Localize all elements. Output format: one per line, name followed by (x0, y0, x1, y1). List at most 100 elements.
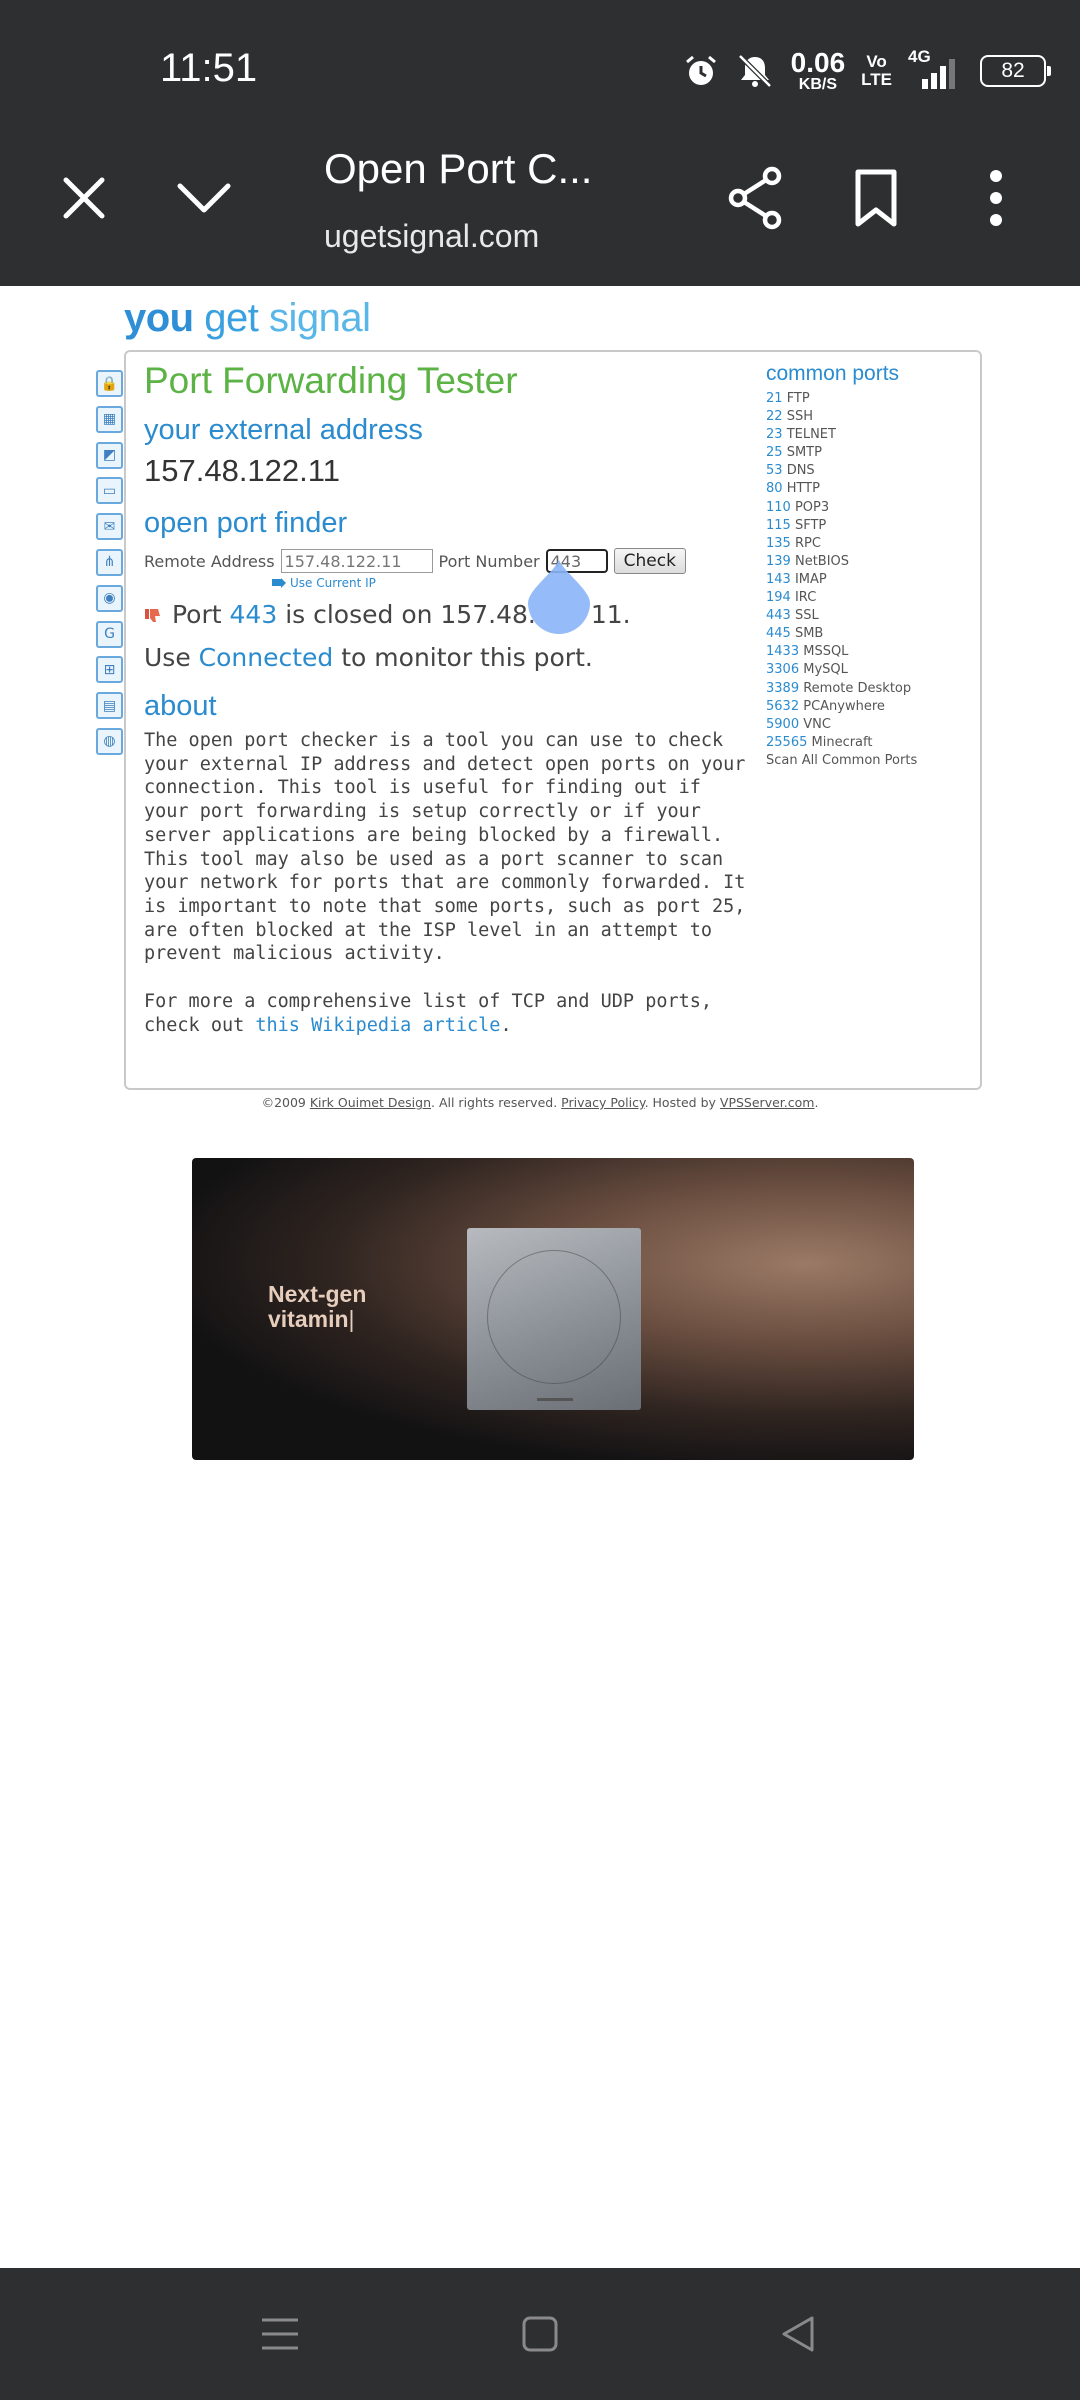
thumbs-down-icon (145, 608, 160, 622)
port-number: 110 (766, 499, 791, 515)
common-port-item[interactable]: 25 SMTP (766, 444, 978, 462)
common-port-item[interactable]: 135 RPC (766, 535, 978, 553)
earth-tool-icon[interactable]: ◍ (96, 727, 123, 755)
port-number: 5632 (766, 698, 800, 714)
external-ip: 157.48.122.11 (144, 453, 340, 488)
common-port-item[interactable]: 3306 MySQL (766, 661, 978, 679)
document-tool-icon[interactable]: ▤ (96, 692, 123, 720)
site-logo[interactable]: you get signal (124, 296, 371, 341)
main-panel: Port Forwarding Tester your external add… (124, 350, 982, 1090)
common-port-item[interactable]: 143 IMAP (766, 571, 978, 589)
ad-product-image (467, 1228, 641, 1410)
advertisement-banner[interactable]: Next-gen vitamin| (192, 1158, 914, 1460)
minimize-button[interactable] (156, 150, 252, 246)
port-rows: 21 FTP 22 SSH 23 TELNET 25 SMTP 53 DNS 80 HTT… (766, 390, 978, 752)
lock-tool-icon[interactable]: 🔒 (96, 370, 123, 397)
remote-address-input[interactable] (280, 549, 433, 573)
common-port-item[interactable]: 80 HTTP (766, 480, 978, 498)
page-title: Open Port C... (324, 145, 593, 192)
port-number: 443 (766, 608, 791, 624)
common-port-item[interactable]: 5632 PCAnywhere (766, 698, 978, 716)
scan-all-ports-link[interactable]: Scan All Common Ports (766, 752, 978, 770)
common-port-item[interactable]: 110 POP3 (766, 499, 978, 517)
common-port-item[interactable]: 139 NetBIOS (766, 553, 978, 571)
port-service-name: MySQL (803, 662, 848, 678)
port-number: 1433 (766, 644, 800, 660)
signal-strength-icon: 4G (908, 47, 964, 91)
common-ports-title: common ports (766, 362, 900, 385)
port-number: 139 (766, 553, 791, 569)
port-service-name: MSSQL (803, 644, 849, 660)
back-button[interactable] (758, 2298, 838, 2370)
port-service-name: POP3 (794, 499, 830, 515)
common-port-item[interactable]: 5900 VNC (766, 716, 978, 734)
page-url[interactable]: ugetsignal.com (324, 218, 539, 255)
common-port-item[interactable]: 443 SSL (766, 607, 978, 625)
common-port-item[interactable]: 3389 Remote Desktop (766, 680, 978, 698)
monitor-line: Use Connected to monitor this port. (144, 643, 593, 672)
wikipedia-paragraph: For more a comprehensive list of TCP and… (144, 991, 713, 1036)
port-number: 21 (766, 391, 783, 406)
image-tool-icon[interactable]: ▦ (96, 405, 123, 433)
use-current-ip-link[interactable]: Use Current IP (272, 576, 754, 590)
common-port-item[interactable]: 445 SMB (766, 625, 978, 643)
map-tool-icon[interactable]: ◩ (96, 441, 123, 469)
globe-tool-icon[interactable]: ◉ (96, 584, 123, 612)
port-service-name: Remote Desktop (803, 680, 912, 696)
wikipedia-link[interactable]: this Wikipedia article (255, 1015, 500, 1036)
alarm-icon (685, 55, 716, 85)
port-service-name: PCAnywhere (803, 698, 885, 714)
windows-tool-icon[interactable]: ⊞ (96, 656, 123, 684)
page-footer: ©2009 Kirk Ouimet Design. All rights res… (261, 1095, 819, 1110)
privacy-policy-link[interactable]: Privacy Policy (561, 1095, 644, 1110)
port-service-name: SMTP (786, 445, 822, 461)
port-service-name: FTP (786, 391, 810, 406)
port-service-name: TELNET (786, 427, 836, 443)
port-service-name: DNS (786, 463, 815, 479)
recent-apps-button[interactable] (240, 2298, 320, 2370)
port-number: 5900 (766, 716, 800, 732)
port-number: 135 (766, 535, 791, 551)
bookmark-button[interactable] (828, 150, 924, 246)
author-link[interactable]: Kirk Ouimet Design (310, 1095, 431, 1110)
common-port-item[interactable]: 25565 Minecraft (766, 734, 978, 752)
common-port-item[interactable]: 21 FTP (766, 390, 978, 408)
common-ports-list: common ports 21 FTP 22 SSH 23 TELNET 25 SMT… (766, 362, 978, 770)
check-button[interactable]: Check (613, 548, 686, 574)
port-service-name: HTTP (786, 481, 820, 497)
common-port-item[interactable]: 53 DNS (766, 462, 978, 480)
network-tool-icon[interactable]: ⋔ (96, 548, 123, 576)
share-button[interactable] (708, 150, 804, 246)
mail-tool-icon[interactable]: ✉ (96, 513, 123, 541)
common-port-item[interactable]: 23 TELNET (766, 426, 978, 444)
common-port-item[interactable]: 115 SFTP (766, 517, 978, 535)
port-service-name: IMAP (794, 571, 827, 587)
touch-indicator (528, 560, 590, 634)
google-tool-icon[interactable]: G (96, 620, 123, 648)
port-number: 3389 (766, 680, 800, 696)
host-link[interactable]: VPSServer.com (720, 1095, 815, 1110)
external-address-heading: your external address (144, 414, 423, 446)
port-number: 194 (766, 590, 791, 606)
port-service-name: SSH (786, 409, 813, 425)
network-speed: 0.06 KB/S (790, 47, 846, 93)
back-triangle-icon (782, 2316, 814, 2352)
window-tool-icon[interactable]: ▭ (96, 477, 123, 505)
common-port-item[interactable]: 1433 MSSQL (766, 643, 978, 661)
port-number: 143 (766, 571, 791, 587)
more-options-button[interactable] (948, 150, 1044, 246)
close-icon (63, 177, 105, 219)
status-icons: 0.06 KB/S Vo LTE 4G 82 (683, 46, 1051, 96)
tool-title: Port Forwarding Tester (144, 360, 518, 401)
port-service-name: SSL (794, 608, 819, 624)
port-finder-heading: open port finder (144, 507, 348, 539)
common-port-item[interactable]: 22 SSH (766, 408, 978, 426)
tool-sidebar: 🔒 ▦ ◩ ▭ ✉ ⋔ ◉ G ⊞ ▤ ◍ (96, 370, 126, 764)
remote-address-label: Remote Address (144, 551, 275, 571)
port-service-name: NetBIOS (794, 553, 850, 569)
connected-link[interactable]: Connected (199, 643, 334, 672)
close-tab-button[interactable] (36, 150, 132, 246)
home-button[interactable] (500, 2298, 580, 2370)
common-port-item[interactable]: 194 IRC (766, 589, 978, 607)
result-port-link[interactable]: 443 (230, 600, 278, 629)
